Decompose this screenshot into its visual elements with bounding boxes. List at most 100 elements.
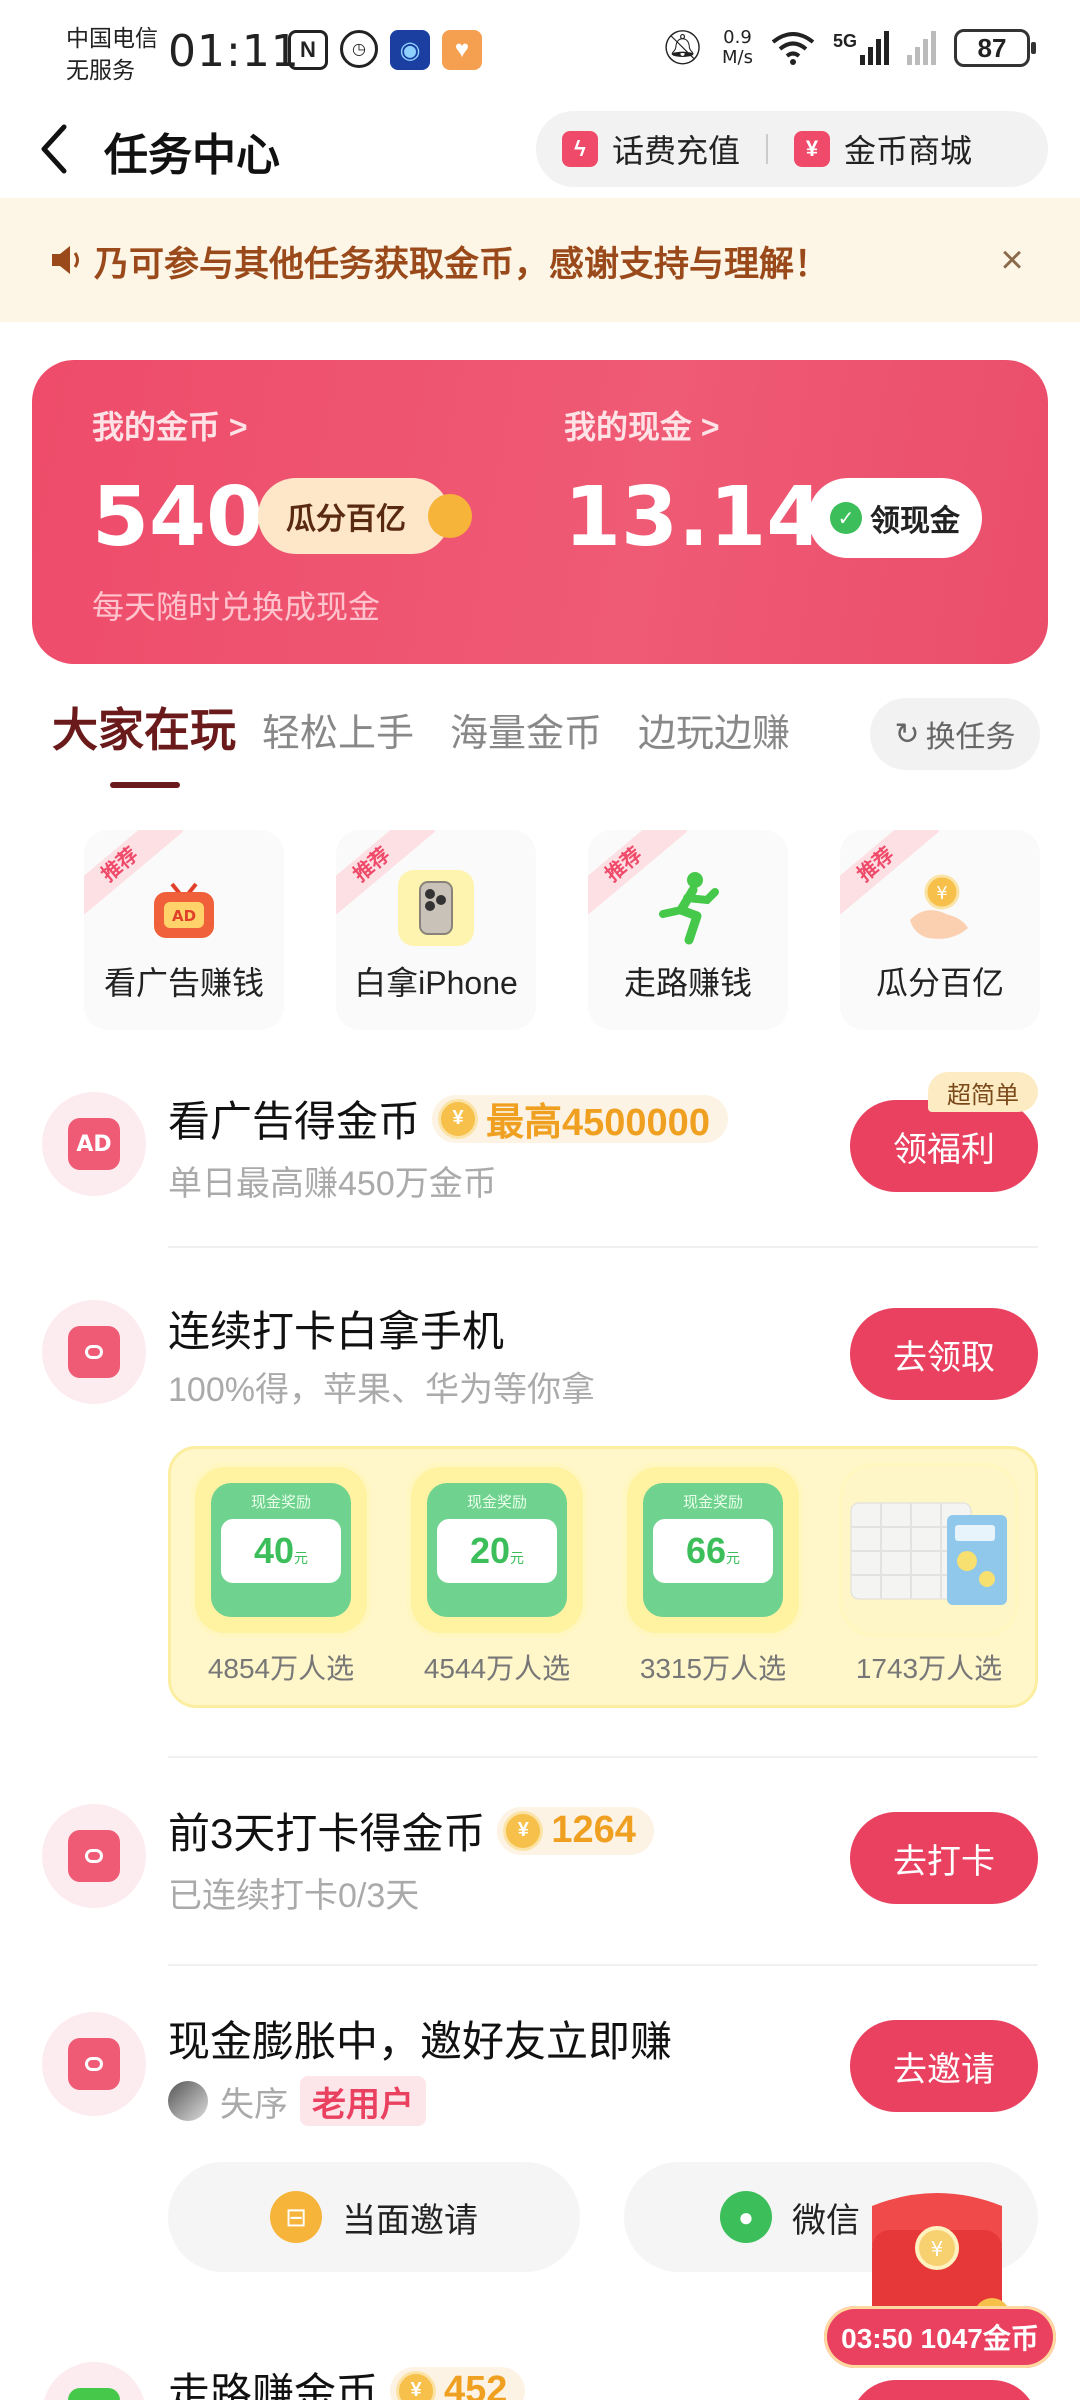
countdown-coin-timer[interactable]: 03:50 1047金币 xyxy=(824,2306,1056,2368)
prize-value: 20 xyxy=(469,1530,511,1571)
task-divider xyxy=(168,1756,1038,1758)
wifi-icon xyxy=(771,32,815,65)
wechat-invite-label: 微信 xyxy=(792,2201,860,2240)
carrier-name: 中国电信 xyxy=(66,25,158,51)
battery-indicator: 87 xyxy=(954,29,1036,67)
reco-split-billions[interactable]: 推荐 ¥ 瓜分百亿 xyxy=(840,830,1040,1030)
swap-tasks-label: 换任务 xyxy=(925,721,1016,754)
task-center-page: 中国电信 无服务 01:11 N ◷ ◉ ♥ 🔕︎ 0.9 M/s 5G 87 … xyxy=(0,0,1080,2400)
claim-benefit-button[interactable]: 领福利 xyxy=(850,1100,1038,1192)
recharge-button[interactable]: ϟ 话费充值 xyxy=(536,126,766,172)
tab-play-and-earn[interactable]: 边玩边赚 xyxy=(638,702,790,757)
prize-head: 现金奖励 xyxy=(250,1494,311,1511)
prize-option[interactable]: 现金奖励 20元 xyxy=(407,1463,587,1637)
face-to-face-invite-button[interactable]: ⊟ 当面邀请 xyxy=(168,2162,580,2272)
speed-value: 0.9 xyxy=(723,27,752,48)
go-claim-button[interactable]: 去领取 xyxy=(850,1308,1038,1400)
prize-value: 40 xyxy=(253,1530,295,1571)
header-shortcuts: ϟ 话费充值 ¥ 金币商城 xyxy=(536,111,1048,187)
prize-option[interactable]: 现金奖励 66元 xyxy=(623,1463,803,1637)
prize-head: 现金奖励 xyxy=(466,1494,527,1511)
reco-label: 白拿iPhone xyxy=(354,965,518,1001)
task-subtitle: 100%得，苹果、华为等你拿 xyxy=(168,1371,595,1409)
tab-massive-coins[interactable]: 海量金币 xyxy=(450,702,602,757)
withdraw-cash-button[interactable]: ✓ 领现金 xyxy=(808,478,982,558)
coin-reward-tag: ¥ 1264 xyxy=(497,1806,654,1855)
refresh-icon: ↻ xyxy=(894,717,920,751)
prize-selection-count: 3315万人选 xyxy=(639,1653,787,1684)
status-notification-icons: N ◷ ◉ ♥ xyxy=(288,30,482,70)
cash-reward-card: 现金奖励 66元 xyxy=(643,1483,783,1617)
check-icon: ✓ xyxy=(830,502,862,534)
status-system-icons: 🔕︎ 0.9 M/s 5G 87 xyxy=(660,28,1036,68)
withdraw-cash-label: 领现金 xyxy=(870,505,960,538)
task-title-text: 现金膨胀中，邀好友立即赚 xyxy=(168,2018,673,2065)
swap-tasks-button[interactable]: ↻ 换任务 xyxy=(870,698,1040,770)
friend-name: 失序 xyxy=(220,2085,288,2124)
task-title-text: 连续打卡白拿手机 xyxy=(168,1308,505,1355)
go-checkin-button[interactable]: 去打卡 xyxy=(850,1812,1038,1904)
coin-mall-button[interactable]: ¥ 金币商城 xyxy=(768,126,998,172)
hand-coin-icon xyxy=(428,494,472,538)
coin-reward-value: 最高4500000 xyxy=(486,1102,710,1144)
ad-tv-icon: AD xyxy=(146,870,222,946)
alarm-icon: ◷ xyxy=(340,30,378,68)
heart-app-icon: ♥ xyxy=(442,30,482,70)
network-speed: 0.9 M/s xyxy=(722,28,753,68)
speaker-icon xyxy=(52,246,79,274)
tissue-pack-image xyxy=(850,1502,1007,1605)
prize-unit: 元 xyxy=(726,1550,741,1566)
page-title: 任务中心 xyxy=(104,131,280,180)
coin-reward-value: 1264 xyxy=(551,1809,636,1851)
my-coins-link[interactable]: 我的金币 > xyxy=(92,402,248,448)
prize-value-box: 20元 xyxy=(437,1519,557,1583)
super-simple-badge: 超简单 xyxy=(928,1072,1038,1112)
active-tab-indicator xyxy=(110,782,180,788)
reco-free-iphone[interactable]: 推荐 白拿iPhone xyxy=(336,830,536,1030)
avatar xyxy=(168,2081,208,2121)
reco-label: 瓜分百亿 xyxy=(875,965,1004,1001)
app-header: 任务中心 ϟ 话费充值 ¥ 金币商城 xyxy=(0,105,1080,197)
coin-reward-tag: ¥ 最高4500000 xyxy=(432,1094,728,1144)
reco-label: 走路赚钱 xyxy=(623,965,752,1001)
tab-everyone-playing[interactable]: 大家在玩 xyxy=(52,694,236,760)
cash-reward-card: 现金奖励 40元 xyxy=(211,1483,351,1617)
task-title-text: 前3天打卡得金币 xyxy=(168,1810,486,1857)
split-billions-button[interactable]: 瓜分百亿 xyxy=(258,478,472,554)
mute-icon: 🔕︎ xyxy=(660,29,704,67)
close-icon[interactable]: × xyxy=(992,240,1032,280)
task-title: 看广告得金币 ¥ 最高4500000 xyxy=(168,1088,728,1149)
cash-reward-card: 现金奖励 20元 xyxy=(427,1483,567,1617)
carrier-service: 无服务 xyxy=(66,57,135,83)
reco-label: 看广告赚钱 xyxy=(103,965,264,1001)
prize-option[interactable] xyxy=(839,1463,1019,1637)
walk-icon xyxy=(42,2362,146,2400)
nfc-icon: N xyxy=(288,30,328,70)
prize-unit: 元 xyxy=(510,1550,525,1566)
task-divider xyxy=(168,1964,1038,1966)
task-title: 走路赚金币 ¥ 452 xyxy=(168,2360,526,2400)
reco-walk-earn[interactable]: 推荐 走路赚钱 xyxy=(588,830,788,1030)
task-title-text: 走路赚金币 xyxy=(168,2370,379,2400)
old-user-tag: 老用户 xyxy=(300,2076,426,2126)
my-cash-link[interactable]: 我的现金 > xyxy=(564,402,720,448)
back-arrow-icon[interactable] xyxy=(34,119,74,179)
tab-easy-start[interactable]: 轻松上手 xyxy=(262,702,414,757)
task-divider xyxy=(168,1246,1038,1248)
yen-ticket-icon: ¥ xyxy=(794,131,831,167)
recharge-label: 话费充值 xyxy=(612,133,741,169)
reco-watch-ads[interactable]: 推荐 AD 看广告赚钱 xyxy=(84,830,284,1030)
prize-value: 66 xyxy=(685,1530,727,1571)
prize-selection-count: 4544万人选 xyxy=(423,1653,571,1684)
prize-option[interactable]: 现金奖励 40元 xyxy=(191,1463,371,1637)
prize-selection-count: 1743万人选 xyxy=(855,1653,1003,1684)
walk-task-button[interactable] xyxy=(850,2380,1038,2400)
coin-reward-value: 452 xyxy=(444,2369,508,2400)
cash-value: 13.14 xyxy=(564,470,824,565)
prize-unit: 元 xyxy=(294,1550,309,1566)
scan-icon: ⊟ xyxy=(270,2191,322,2243)
task-title: 连续打卡白拿手机 xyxy=(168,1298,504,1359)
wallet-icon xyxy=(42,1300,146,1404)
go-invite-button[interactable]: 去邀请 xyxy=(850,2020,1038,2112)
prize-value-box: 66元 xyxy=(653,1519,773,1583)
